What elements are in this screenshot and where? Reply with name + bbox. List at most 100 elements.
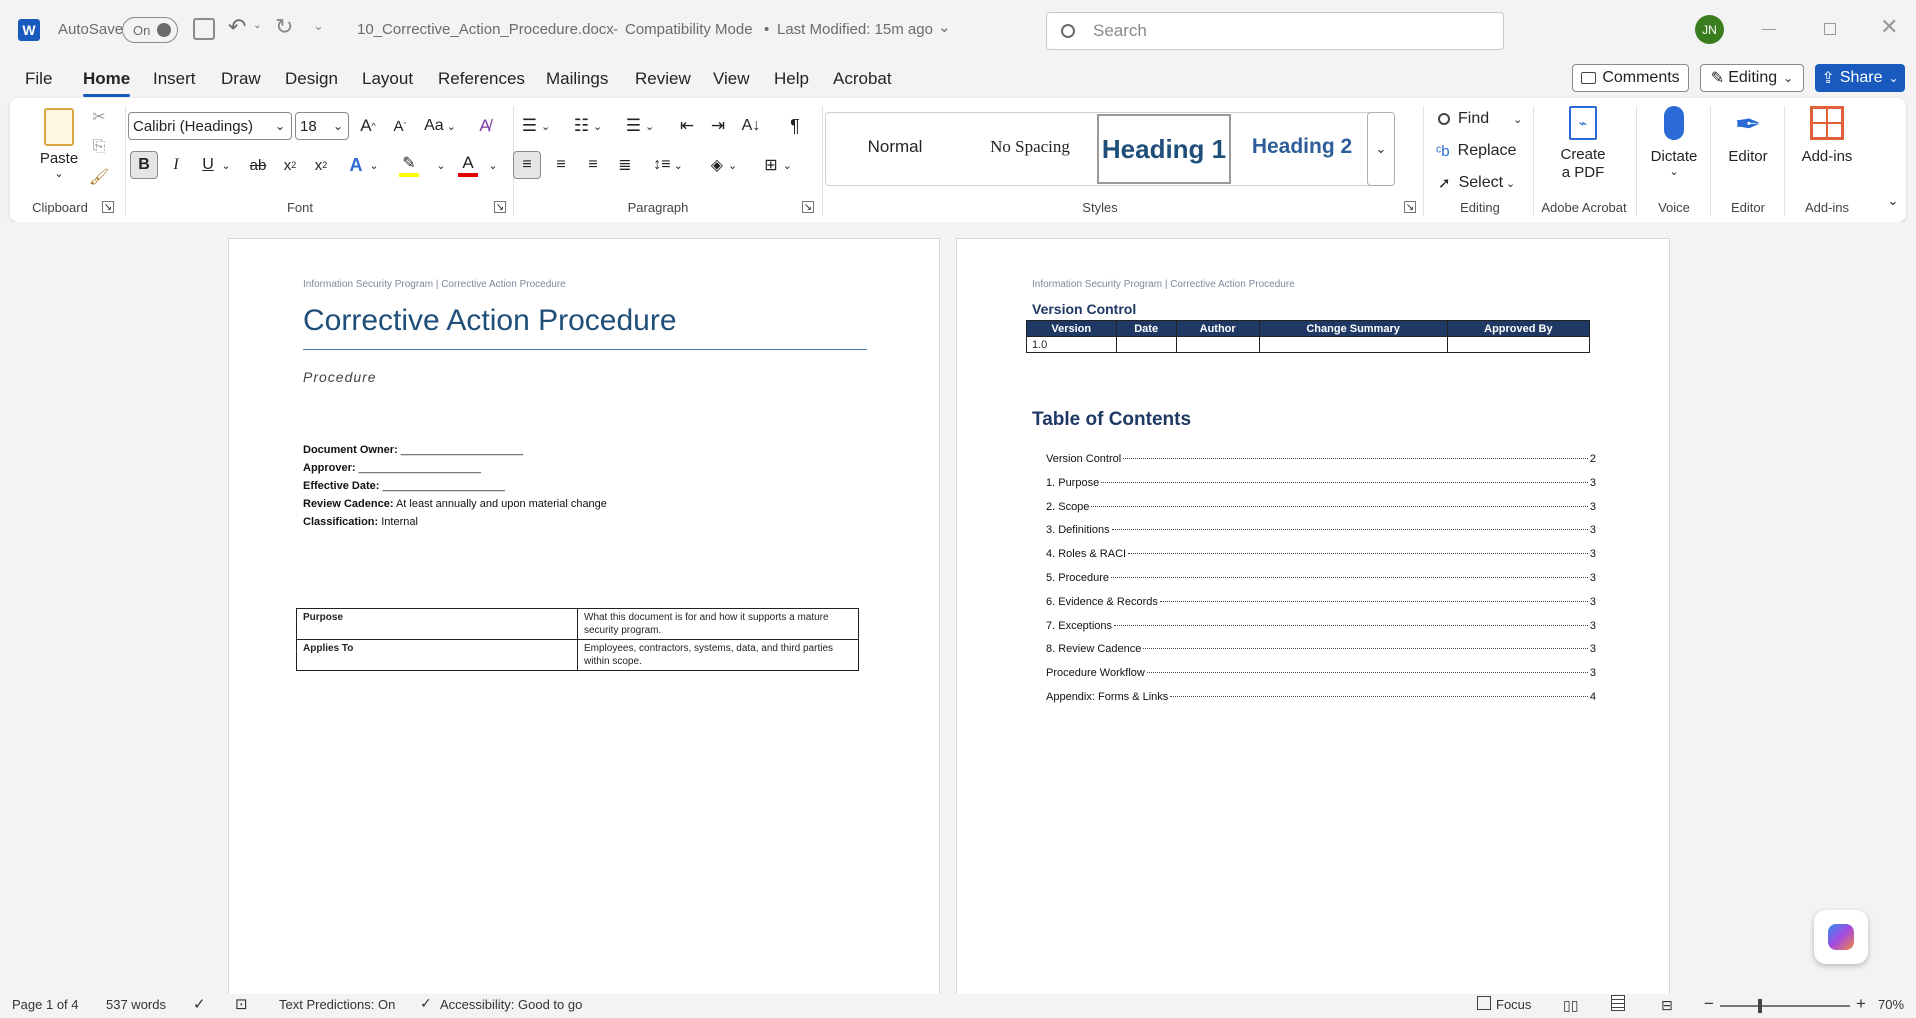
copilot-button[interactable] <box>1814 910 1868 964</box>
shrink-font-icon[interactable]: Aˇ <box>387 112 413 140</box>
share-button[interactable]: ⇪ Share ⌄ <box>1815 64 1905 92</box>
tab-draw[interactable]: Draw <box>221 69 261 89</box>
font-color-icon[interactable]: A <box>455 151 481 179</box>
chevron-down-icon[interactable]: ⌄ <box>367 151 381 179</box>
align-center-icon[interactable]: ≡ <box>548 151 574 179</box>
replace-button[interactable]: ᶜb Replace <box>1428 138 1528 164</box>
zoom-slider-thumb[interactable] <box>1758 999 1762 1013</box>
zoom-slider[interactable] <box>1720 999 1850 1013</box>
borders-icon[interactable]: ⊞ ⌄ <box>758 151 798 179</box>
increase-indent-icon[interactable]: ⇥ <box>705 112 731 140</box>
dialog-launcher-icon[interactable]: ↘ <box>102 201 114 213</box>
dialog-launcher-icon[interactable]: ↘ <box>802 201 814 213</box>
chevron-down-icon[interactable]: ⌄ <box>486 151 500 179</box>
grow-font-icon[interactable]: A ^ <box>355 112 381 140</box>
tab-view[interactable]: View <box>713 69 750 89</box>
create-pdf-button[interactable]: ⌁ Create a PDF <box>1544 106 1622 192</box>
bold-button[interactable]: B <box>130 151 158 179</box>
underline-dropdown-icon[interactable]: ⌄ <box>219 151 233 179</box>
chevron-down-icon[interactable]: ⌄ <box>434 151 448 179</box>
tab-insert[interactable]: Insert <box>153 69 196 89</box>
toc-entry[interactable]: Version Control 2 <box>1046 453 1596 473</box>
toc-entry[interactable]: 5. Procedure 3 <box>1046 572 1596 592</box>
read-mode-icon[interactable]: ▯▯ <box>1563 997 1578 1014</box>
strikethrough-button[interactable]: ab <box>245 151 271 179</box>
tab-references[interactable]: References <box>438 69 525 89</box>
search-box[interactable]: Search <box>1046 12 1504 50</box>
sort-icon[interactable]: A↓ <box>738 112 764 140</box>
customize-toolbar-icon[interactable]: ⌄ <box>313 18 324 34</box>
style-heading-1[interactable]: Heading 1 <box>1097 114 1231 184</box>
document-page-1[interactable]: Information Security Program | Correctiv… <box>228 238 940 994</box>
document-page-2[interactable]: Information Security Program | Correctiv… <box>956 238 1670 994</box>
toc-entry[interactable]: Appendix: Forms & Links 4 <box>1046 691 1596 711</box>
text-effects-icon[interactable]: A <box>343 151 369 179</box>
tab-file[interactable]: File <box>25 69 52 89</box>
tab-review[interactable]: Review <box>635 69 691 89</box>
accessibility-icon[interactable]: ✓ <box>420 995 432 1012</box>
proofing-icon[interactable]: ✓ <box>193 995 206 1013</box>
search-input[interactable]: Search <box>1093 21 1147 41</box>
italic-button[interactable]: I <box>163 151 189 179</box>
toc-entry[interactable]: 1. Purpose 3 <box>1046 477 1596 497</box>
text-predictions[interactable]: Text Predictions: On <box>279 997 395 1012</box>
tab-layout[interactable]: Layout <box>362 69 413 89</box>
toc-entry[interactable]: 8. Review Cadence 3 <box>1046 643 1596 663</box>
print-layout-icon[interactable] <box>1611 995 1625 1011</box>
shading-icon[interactable]: ◈ ⌄ <box>704 151 744 179</box>
superscript-button[interactable]: x2 <box>308 151 334 179</box>
tab-design[interactable]: Design <box>285 69 338 89</box>
redo-icon[interactable]: ↻ <box>275 14 293 40</box>
numbering-icon[interactable]: ☷ ⌄ <box>568 112 608 140</box>
underline-button[interactable]: U <box>195 151 221 179</box>
word-count[interactable]: 537 words <box>106 997 166 1012</box>
styles-expand-icon[interactable]: ⌄ <box>1367 112 1395 186</box>
autosave-toggle[interactable]: On <box>122 17 178 43</box>
editing-mode-button[interactable]: ✎ Editing ⌄ <box>1700 64 1804 92</box>
show-formatting-icon[interactable]: ¶ <box>782 112 808 140</box>
close-icon[interactable]: ✕ <box>1880 14 1898 40</box>
select-button[interactable]: ➚ Select ⌄ <box>1428 170 1528 196</box>
clear-formatting-icon[interactable]: A̸ <box>472 112 498 140</box>
toc-entry[interactable]: 6. Evidence & Records 3 <box>1046 596 1596 616</box>
accessibility-status[interactable]: Accessibility: Good to go <box>440 997 582 1012</box>
web-layout-icon[interactable]: ⊟ <box>1661 997 1673 1014</box>
tab-mailings[interactable]: Mailings <box>546 69 608 89</box>
font-size-dropdown[interactable]: 18 ⌄ <box>295 112 349 140</box>
add-ins-button[interactable]: Add-ins <box>1790 106 1864 186</box>
copy-icon[interactable]: ⎘ <box>88 136 110 158</box>
editor-button[interactable]: ✒ Editor <box>1716 106 1780 186</box>
undo-dropdown-icon[interactable]: ⌄ <box>253 20 261 31</box>
toc-entry[interactable]: 2. Scope 3 <box>1046 501 1596 521</box>
subscript-button[interactable]: x2 <box>277 151 303 179</box>
decrease-indent-icon[interactable]: ⇤ <box>674 112 700 140</box>
chevron-down-icon[interactable]: ⌄ <box>938 18 951 36</box>
focus-icon[interactable] <box>1477 996 1491 1010</box>
focus-label[interactable]: Focus <box>1496 997 1531 1012</box>
zoom-in-icon[interactable]: + <box>1856 994 1866 1014</box>
style-normal[interactable]: Normal <box>830 112 960 182</box>
avatar[interactable]: JN <box>1695 15 1724 44</box>
tab-help[interactable]: Help <box>774 69 809 89</box>
font-name-dropdown[interactable]: Calibri (Headings) ⌄ <box>128 112 292 140</box>
style-no-spacing[interactable]: No Spacing <box>965 112 1095 182</box>
zoom-out-icon[interactable]: − <box>1704 994 1714 1014</box>
last-modified[interactable]: Last Modified: 15m ago <box>777 21 933 38</box>
paste-button[interactable]: Paste ⌄ <box>28 106 90 186</box>
toc-entry[interactable]: 4. Roles & RACI 3 <box>1046 548 1596 568</box>
undo-icon[interactable]: ↶ <box>228 14 246 40</box>
highlight-color-icon[interactable]: ✎ <box>396 151 422 179</box>
zoom-level[interactable]: 70% <box>1878 997 1904 1012</box>
justify-icon[interactable]: ≣ <box>612 151 638 179</box>
dialog-launcher-icon[interactable]: ↘ <box>494 201 506 213</box>
align-left-button[interactable]: ≡ <box>513 151 541 179</box>
tab-home[interactable]: Home <box>83 69 131 97</box>
toc-entry[interactable]: 3. Definitions 3 <box>1046 524 1596 544</box>
change-case-button[interactable]: Aa ⌄ <box>420 112 460 140</box>
style-heading-2[interactable]: Heading 2 <box>1235 112 1369 182</box>
find-button[interactable]: Find ⌄ <box>1428 106 1528 132</box>
format-painter-icon[interactable]: 🖌 <box>88 166 110 188</box>
line-spacing-icon[interactable]: ↕≡ ⌄ <box>648 151 688 179</box>
tab-acrobat[interactable]: Acrobat <box>833 69 892 89</box>
toc-entry[interactable]: 7. Exceptions 3 <box>1046 620 1596 640</box>
